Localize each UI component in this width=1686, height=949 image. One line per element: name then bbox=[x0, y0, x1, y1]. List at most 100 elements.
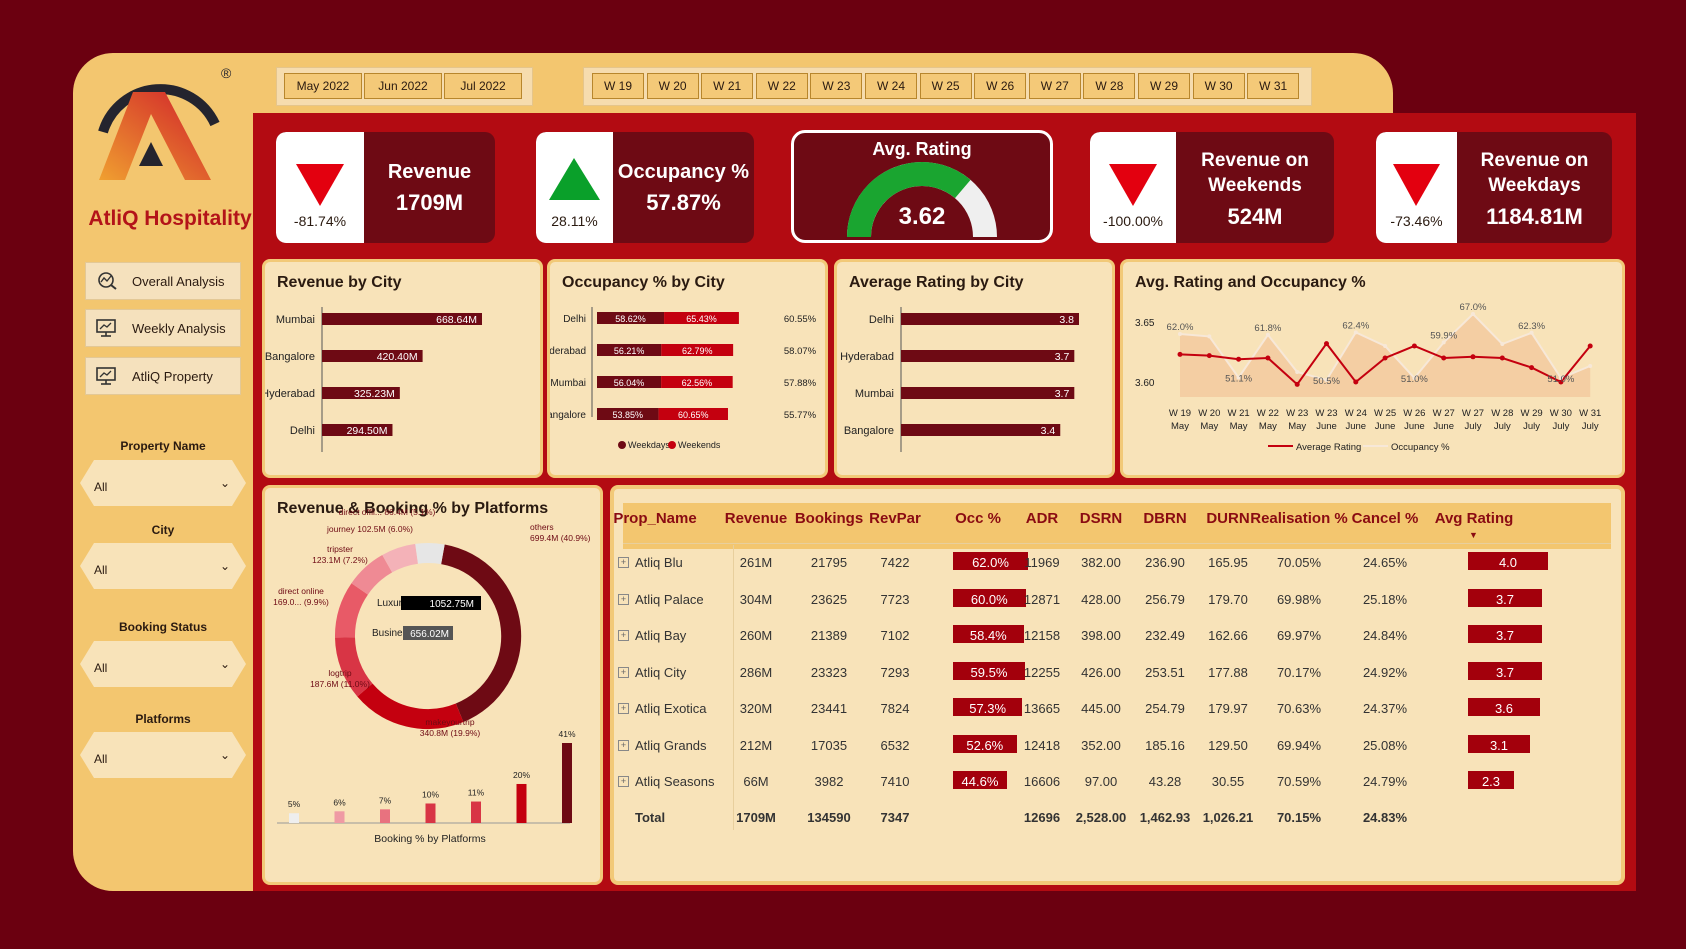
table-cell: 24.37% bbox=[1362, 701, 1408, 716]
week-slicer: W 19 W 20 W 21 W 22 W 23 W 24 W 25 W 26 W 27 W 28… bbox=[583, 67, 1312, 106]
table-cell: 3.1 bbox=[1489, 738, 1509, 753]
monitor-chart-icon bbox=[96, 319, 118, 337]
expand-row-icon[interactable]: + bbox=[618, 703, 629, 714]
total-label: 60.55% bbox=[784, 314, 817, 325]
month-button[interactable]: May 2022 bbox=[284, 73, 362, 99]
booking-bar bbox=[380, 809, 390, 823]
data-label: 20% bbox=[513, 770, 530, 780]
expand-row-icon[interactable]: + bbox=[618, 594, 629, 605]
rating-point bbox=[1265, 355, 1271, 361]
rating-point bbox=[1206, 353, 1212, 359]
month-slicer: May 2022 Jun 2022 Jul 2022 bbox=[276, 67, 533, 106]
tick-label: June bbox=[1316, 421, 1337, 432]
expand-row-icon[interactable]: + bbox=[618, 667, 629, 678]
donut-slice bbox=[351, 554, 393, 595]
table-cell: 25.18% bbox=[1362, 592, 1408, 607]
nav-weekly-analysis[interactable]: Weekly Analysis bbox=[85, 309, 241, 347]
property-name-dropdown[interactable]: All ⌄ bbox=[80, 460, 246, 506]
city-dropdown[interactable]: All ⌄ bbox=[80, 543, 246, 589]
donut-slice bbox=[440, 544, 522, 723]
week-button[interactable]: W 24 bbox=[865, 73, 917, 99]
table-cell: 7410 bbox=[880, 774, 910, 789]
rating-by-city-chart: Delhi 3.8 Hyderabad 3.7 Mumbai 3.7 Bangalore 3.… bbox=[840, 307, 1079, 452]
platforms-dropdown[interactable]: All ⌄ bbox=[80, 732, 246, 778]
kpi-value: 3.62 bbox=[898, 203, 946, 230]
month-button[interactable]: Jul 2022 bbox=[444, 73, 522, 99]
chart-title: Booking % by Platforms bbox=[374, 833, 485, 845]
data-label: 62.79% bbox=[682, 346, 713, 356]
legend-label: Weekdays bbox=[628, 440, 670, 450]
kpi-weekday-revenue-card: -73.46% Revenue on Weekdays 1184.81M bbox=[1376, 132, 1612, 243]
data-label: 3.7 bbox=[1055, 388, 1070, 400]
tick-label: May bbox=[1288, 421, 1306, 432]
week-button[interactable]: W 26 bbox=[974, 73, 1027, 99]
week-button[interactable]: W 31 bbox=[1247, 73, 1300, 99]
rating-by-city-panel: Average Rating by City Delhi 3.8 Hyderabad… bbox=[834, 259, 1115, 478]
slice-label: 699.4M (40.9%) bbox=[530, 533, 591, 543]
total-cell: 70.15% bbox=[1276, 810, 1322, 825]
tick-label: June bbox=[1404, 421, 1425, 432]
rating-point bbox=[1441, 355, 1447, 361]
column-header[interactable]: Avg Rating bbox=[1414, 510, 1534, 527]
occupancy-point bbox=[1500, 342, 1505, 346]
week-button[interactable]: W 19 bbox=[592, 73, 644, 99]
week-button[interactable]: W 23 bbox=[810, 73, 863, 99]
nav-overall-analysis[interactable]: Overall Analysis bbox=[85, 262, 241, 300]
tick-label: Hyderabad bbox=[550, 346, 586, 357]
table-cell: 7102 bbox=[880, 628, 910, 643]
week-button[interactable]: W 22 bbox=[755, 73, 808, 99]
occupancy-point bbox=[1588, 364, 1593, 368]
data-label: 51.0% bbox=[1401, 374, 1428, 385]
slice-label: tripster bbox=[327, 544, 353, 554]
booking-status-dropdown[interactable]: All ⌄ bbox=[80, 641, 246, 687]
kpi-change: 28.11% bbox=[551, 213, 598, 229]
expand-row-icon[interactable]: + bbox=[618, 740, 629, 751]
week-button[interactable]: W 30 bbox=[1192, 73, 1245, 99]
tick-label: May bbox=[1171, 421, 1189, 432]
platforms-panel: Revenue & Booking % by Platforms others 6… bbox=[262, 485, 603, 885]
month-button[interactable]: Jun 2022 bbox=[364, 73, 442, 99]
nav-atliq-property[interactable]: AtliQ Property bbox=[85, 357, 241, 395]
chevron-down-icon: ⌄ bbox=[219, 559, 230, 573]
table-cell: 69.94% bbox=[1276, 738, 1322, 753]
tick-label: July bbox=[1465, 421, 1482, 432]
rating-point bbox=[1177, 351, 1183, 357]
legend-marker-weekdays bbox=[618, 441, 626, 449]
booking-bar bbox=[425, 803, 436, 823]
table-cell: 7422 bbox=[880, 555, 910, 570]
expand-row-icon[interactable]: + bbox=[618, 630, 629, 641]
rating-point bbox=[1411, 343, 1417, 349]
donut-slice bbox=[382, 543, 419, 573]
week-button[interactable]: W 29 bbox=[1138, 73, 1190, 99]
tick-label: Delhi bbox=[563, 314, 586, 325]
data-label: 3.8 bbox=[1059, 314, 1074, 326]
expand-row-icon[interactable]: + bbox=[618, 557, 629, 568]
dropdown-value: All bbox=[94, 661, 108, 675]
bar bbox=[901, 387, 1075, 399]
total-label: Total bbox=[635, 810, 666, 825]
expand-row-icon[interactable]: + bbox=[618, 776, 629, 787]
data-label: 420.40M bbox=[377, 351, 418, 363]
donut-slice bbox=[415, 543, 445, 565]
donut-slice bbox=[357, 683, 464, 730]
week-button[interactable]: W 20 bbox=[646, 73, 699, 99]
column-divider bbox=[733, 545, 734, 830]
week-button[interactable]: W 25 bbox=[919, 73, 972, 99]
week-button[interactable]: W 21 bbox=[701, 73, 754, 99]
tick-label: May bbox=[1200, 421, 1218, 432]
data-label: 668.64M bbox=[436, 314, 477, 326]
tick-label: W 20 bbox=[1198, 408, 1220, 419]
filter-label-city: City bbox=[151, 523, 175, 537]
slice-label: 187.6M (11.0%) bbox=[310, 679, 370, 689]
table-cell: 3.6 bbox=[1494, 701, 1514, 716]
data-label: 3.4 bbox=[1041, 425, 1056, 437]
center-value: 656.02M bbox=[410, 629, 449, 640]
week-button[interactable]: W 27 bbox=[1028, 73, 1081, 99]
tick-label: 3.60 bbox=[1135, 378, 1155, 389]
rating-point bbox=[1294, 381, 1300, 387]
week-button[interactable]: W 28 bbox=[1083, 73, 1136, 99]
rating-point bbox=[1382, 355, 1388, 361]
data-label: 62.4% bbox=[1342, 320, 1369, 331]
kpi-value: 524M bbox=[1227, 204, 1283, 229]
data-label: 7% bbox=[379, 795, 392, 805]
